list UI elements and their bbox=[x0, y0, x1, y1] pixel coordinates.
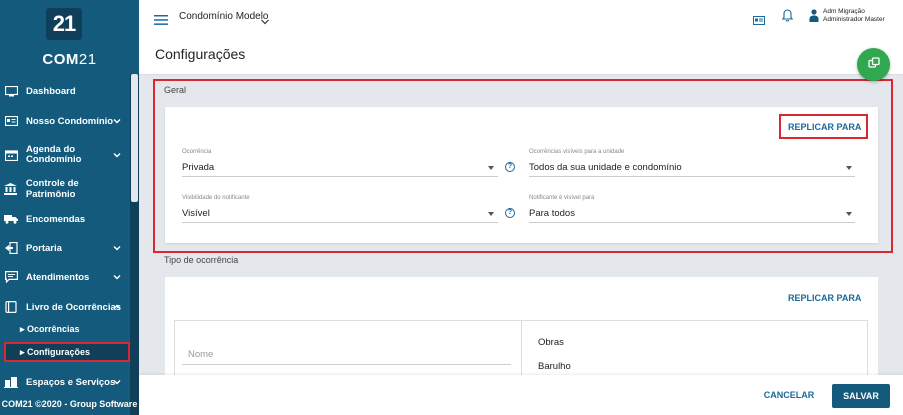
field-underline bbox=[182, 364, 511, 365]
field-underline bbox=[182, 176, 498, 177]
user-name[interactable]: Adm Migração bbox=[823, 8, 865, 15]
sidebar-item-label: Portaria bbox=[26, 242, 62, 254]
field-label: Visibilidade do notificante bbox=[182, 195, 250, 201]
highlight-frame bbox=[153, 79, 893, 253]
subitem-label: Configurações bbox=[27, 347, 91, 357]
book-icon bbox=[4, 301, 18, 313]
sidebar-item-atendimentos[interactable]: Atendimentos bbox=[0, 270, 130, 284]
sidebar-item-espacos-servicos[interactable]: Espaços e Serviços bbox=[0, 375, 130, 389]
chevron-down-icon bbox=[112, 272, 122, 285]
sidebar-item-livro-ocorrencias[interactable]: Livro de Ocorrências bbox=[0, 300, 130, 314]
brand-bold: COM bbox=[42, 51, 79, 68]
sidebar-subitem-ocorrencias[interactable]: ▸ Ocorrências bbox=[0, 324, 130, 335]
dropdown-arrow-icon[interactable] bbox=[488, 166, 494, 170]
sidebar-item-label: Controle de Patrimônio bbox=[25, 178, 79, 200]
sidebar-item-label: Nosso Condomínio bbox=[26, 115, 114, 127]
sidebar-subitem-configuracoes[interactable]: ▸ Configurações bbox=[4, 342, 130, 362]
chevron-down-icon bbox=[112, 150, 122, 163]
cancel-button[interactable]: CANCELAR bbox=[758, 384, 820, 406]
caret-right-icon: ▸ bbox=[20, 324, 28, 334]
dropdown-arrow-icon[interactable] bbox=[846, 212, 852, 216]
agenda-line2: Condomínio bbox=[26, 154, 82, 165]
sidebar-scrollbar-thumb[interactable] bbox=[131, 74, 138, 202]
monitor-icon bbox=[4, 85, 18, 97]
header: Condomínio Modelo Configurações Adm Migr… bbox=[139, 0, 903, 75]
building-icon bbox=[4, 376, 18, 388]
list-item[interactable]: Obras bbox=[538, 337, 564, 348]
copy-icon bbox=[867, 56, 880, 74]
field-label: Ocorrências visíveis para a unidade bbox=[529, 149, 625, 155]
logo: 21 bbox=[46, 8, 82, 40]
sidebar-item-label: Encomendas bbox=[26, 213, 86, 225]
sidebar-item-label: Livro de Ocorrências bbox=[26, 301, 122, 313]
help-icon[interactable]: ? bbox=[505, 162, 515, 172]
chevron-up-icon bbox=[112, 302, 122, 315]
sidebar-item-dashboard[interactable]: Dashboard bbox=[0, 84, 130, 98]
sidebar: 21 COM21 Dashboard Nosso Condomínio Agen… bbox=[0, 0, 139, 415]
bell-icon[interactable] bbox=[781, 9, 794, 27]
page-title: Configurações bbox=[155, 46, 246, 62]
chevron-down-icon bbox=[112, 377, 122, 390]
help-icon[interactable]: ? bbox=[505, 208, 515, 218]
field-underline bbox=[529, 222, 855, 223]
dropdown-arrow-icon[interactable] bbox=[488, 212, 494, 216]
id-card-icon bbox=[4, 115, 18, 127]
ocorrencia-select[interactable]: Privada bbox=[182, 162, 214, 173]
truck-icon bbox=[4, 213, 18, 225]
nome-input[interactable]: Nome bbox=[188, 349, 213, 360]
calendar-icon bbox=[4, 149, 18, 161]
sidebar-item-portaria[interactable]: Portaria bbox=[0, 241, 130, 255]
sidebar-item-agenda[interactable]: Agenda do Condomínio bbox=[0, 143, 130, 167]
sidebar-footer: COM21 ©2020 - Group Software bbox=[1, 399, 138, 409]
chevron-down-icon bbox=[112, 243, 122, 256]
save-button[interactable]: SALVAR bbox=[832, 384, 890, 408]
user-role: Administrador Master bbox=[823, 16, 885, 23]
caret-right-icon: ▸ bbox=[20, 347, 28, 357]
section-title-tipo: Tipo de ocorrência bbox=[164, 255, 239, 265]
bank-icon bbox=[4, 183, 18, 195]
chevron-down-icon bbox=[112, 116, 122, 129]
condominium-selector[interactable]: Condomínio Modelo bbox=[179, 11, 269, 22]
field-label: Notificante é visível para bbox=[529, 195, 595, 201]
chat-icon bbox=[4, 271, 18, 283]
brand-name: COM21 bbox=[0, 51, 139, 68]
dropdown-arrow-icon[interactable] bbox=[846, 166, 852, 170]
subitem-label: Ocorrências bbox=[27, 324, 80, 334]
highlight-frame bbox=[779, 114, 868, 139]
field-label: Ocorrência bbox=[182, 149, 212, 155]
menu-icon[interactable] bbox=[154, 12, 168, 25]
sidebar-item-patrimonio[interactable]: Controle de Patrimônio bbox=[0, 178, 130, 200]
visibilidade-select[interactable]: Visível bbox=[182, 208, 210, 219]
sidebar-item-label: Espaços e Serviços bbox=[26, 376, 116, 388]
copy-fab-button[interactable] bbox=[857, 48, 890, 81]
id-card-icon[interactable] bbox=[753, 12, 765, 30]
chevron-down-icon[interactable] bbox=[260, 13, 270, 31]
sidebar-item-nosso-condominio[interactable]: Nosso Condomínio bbox=[0, 114, 130, 128]
notificante-select[interactable]: Para todos bbox=[529, 208, 575, 219]
sidebar-item-label: Atendimentos bbox=[26, 271, 90, 283]
visiveis-select[interactable]: Todos da sua unidade e condomínio bbox=[529, 162, 682, 173]
sidebar-item-encomendas[interactable]: Encomendas bbox=[0, 212, 130, 226]
list-item[interactable]: Barulho bbox=[538, 361, 571, 372]
sidebar-item-label: Agenda do Condomínio bbox=[26, 145, 81, 165]
user-icon[interactable] bbox=[809, 9, 819, 27]
replicate-button[interactable]: REPLICAR PARA bbox=[788, 293, 861, 303]
field-underline bbox=[182, 222, 498, 223]
door-icon bbox=[4, 242, 18, 254]
field-underline bbox=[529, 176, 855, 177]
brand-thin: 21 bbox=[78, 51, 97, 68]
sidebar-item-label: Dashboard bbox=[26, 85, 76, 97]
